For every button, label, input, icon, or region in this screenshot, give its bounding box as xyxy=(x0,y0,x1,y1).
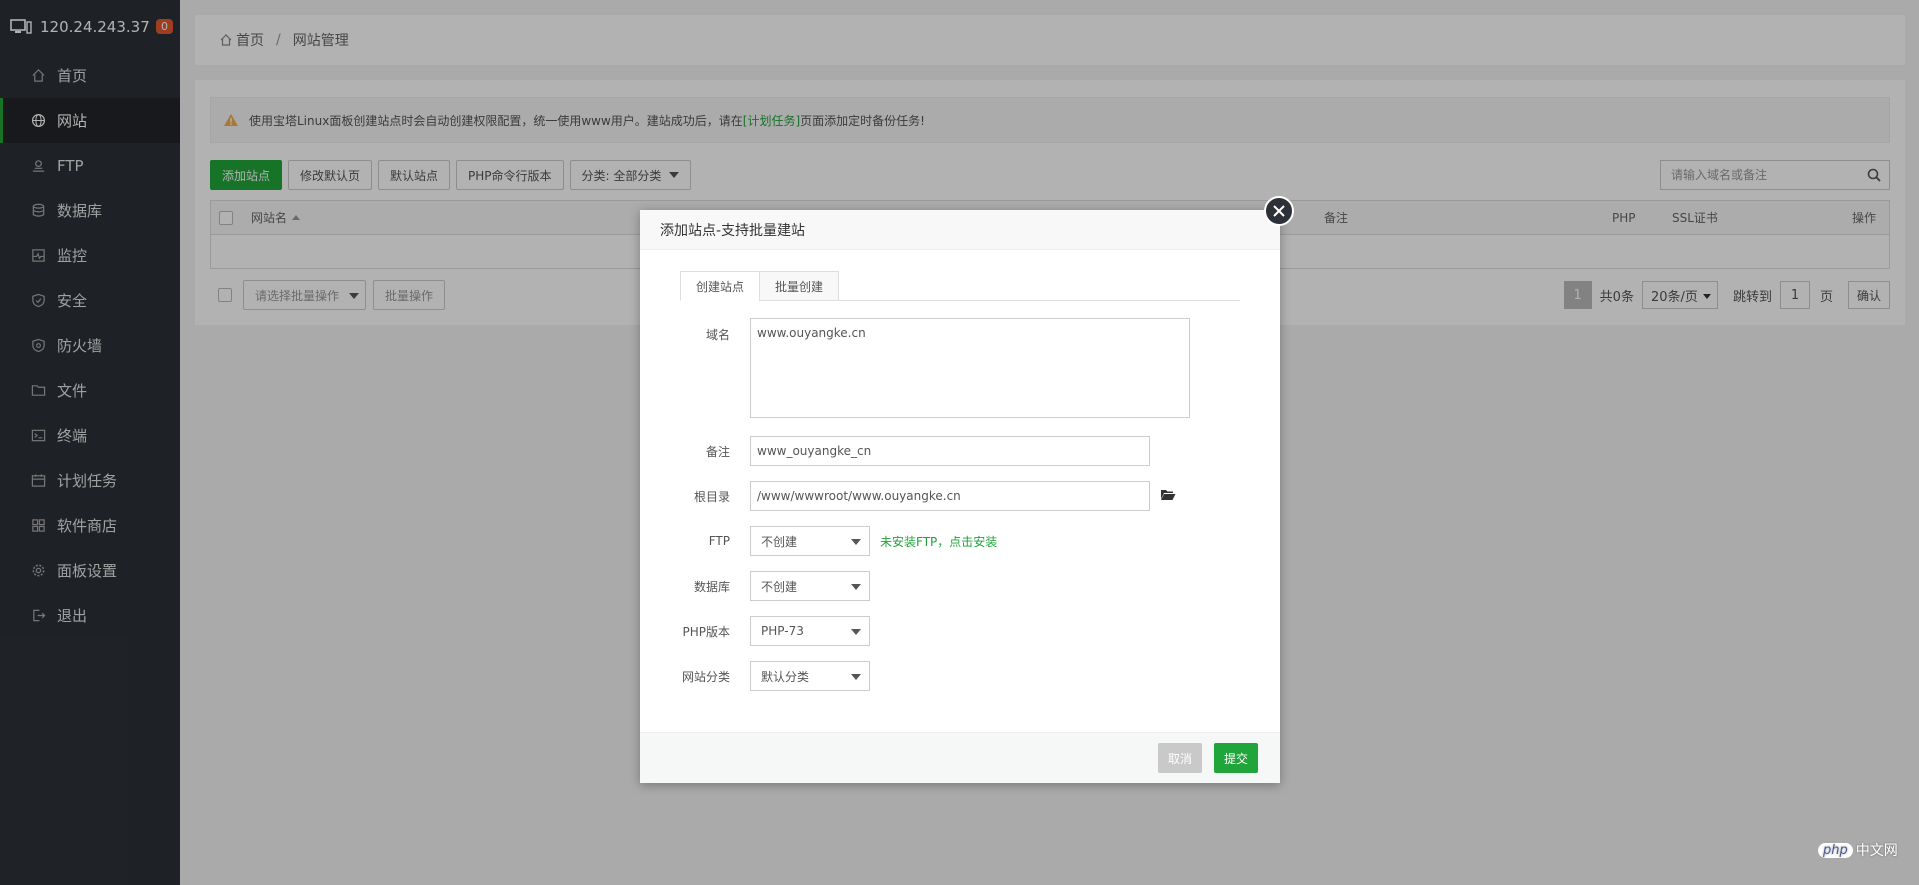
site-category-label: 网站分类 xyxy=(681,669,730,684)
tab-create-site[interactable]: 创建站点 xyxy=(680,271,761,301)
caret-down-icon xyxy=(851,584,861,590)
php-version-select-value: PHP-73 xyxy=(761,624,804,638)
remark-row: 备注 xyxy=(640,436,1150,466)
add-site-modal: 添加站点-支持批量建站 创建站点 批量创建 域名 www.ouyangke.cn… xyxy=(640,196,1294,783)
database-select-value: 不创建 xyxy=(761,579,798,594)
root-dir-label: 根目录 xyxy=(693,489,730,504)
remark-input[interactable] xyxy=(750,436,1150,466)
watermark-text: 中文网 xyxy=(1855,843,1898,859)
ftp-select-value: 不创建 xyxy=(761,534,798,549)
modal-footer: 取消 提交 xyxy=(640,732,1280,783)
site-category-select[interactable]: 默认分类 xyxy=(750,661,870,691)
install-ftp-link[interactable]: 未安装FTP，点击安装 xyxy=(880,533,997,550)
database-label: 数据库 xyxy=(693,579,730,594)
php-version-row: PHP版本 PHP-73 xyxy=(640,616,870,646)
modal-tabs: 创建站点 批量创建 xyxy=(680,271,1240,301)
modal-title: 添加站点-支持批量建站 xyxy=(640,210,1280,250)
folder-open-icon[interactable] xyxy=(1160,488,1176,504)
database-select[interactable]: 不创建 xyxy=(750,571,870,601)
root-dir-row: 根目录 xyxy=(640,481,1176,511)
watermark-logo: php xyxy=(1818,842,1853,858)
php-version-label: PHP版本 xyxy=(682,624,731,639)
close-icon[interactable] xyxy=(1264,196,1294,226)
remark-label: 备注 xyxy=(705,444,730,459)
site-category-row: 网站分类 默认分类 xyxy=(640,661,870,691)
watermark: php 中文网 xyxy=(1818,840,1898,860)
submit-button[interactable]: 提交 xyxy=(1214,743,1259,773)
domain-label: 域名 xyxy=(705,328,730,342)
caret-down-icon xyxy=(851,674,861,680)
database-row: 数据库 不创建 xyxy=(640,571,870,601)
ftp-select[interactable]: 不创建 xyxy=(750,526,870,556)
ftp-row: FTP 不创建 未安装FTP，点击安装 xyxy=(640,526,997,556)
domain-textarea[interactable]: www.ouyangke.cn xyxy=(750,318,1190,418)
cancel-button[interactable]: 取消 xyxy=(1158,743,1203,773)
ftp-label: FTP xyxy=(708,534,730,548)
caret-down-icon xyxy=(851,629,861,635)
domain-row: 域名 www.ouyangke.cn xyxy=(640,318,1190,418)
caret-down-icon xyxy=(851,539,861,545)
php-version-select[interactable]: PHP-73 xyxy=(750,616,870,646)
root-dir-input[interactable] xyxy=(750,481,1150,511)
tab-batch-create[interactable]: 批量创建 xyxy=(759,271,840,301)
site-category-select-value: 默认分类 xyxy=(761,669,810,684)
